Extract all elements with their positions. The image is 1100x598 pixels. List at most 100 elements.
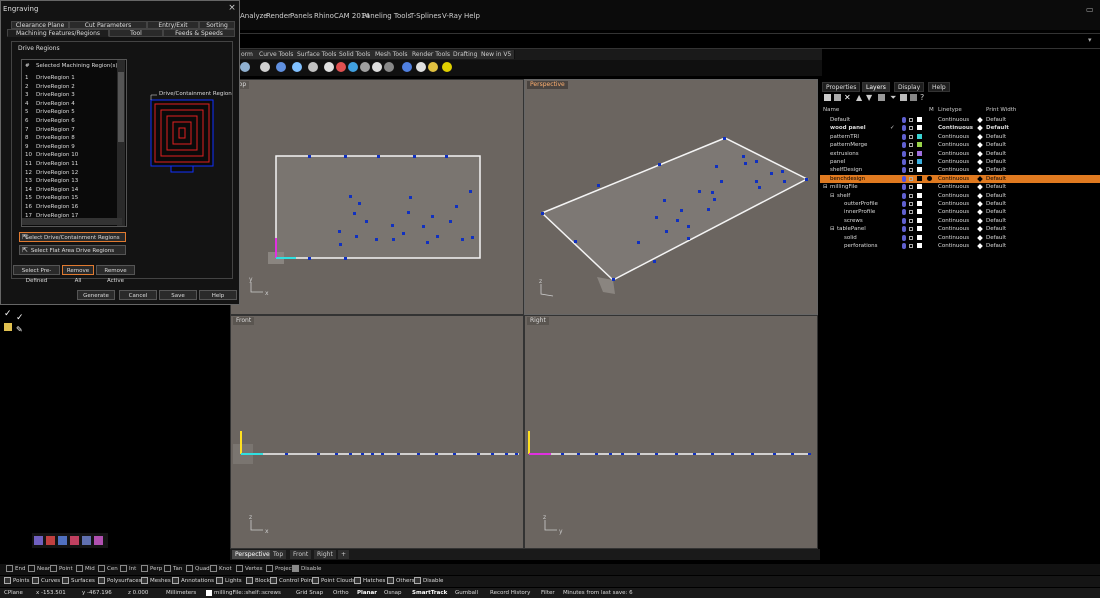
tab-surface-tools[interactable]: Surface Tools [294,50,341,59]
layer-linetype[interactable]: Continuous [938,183,969,191]
gumball-toggle[interactable]: Gumball [455,588,478,598]
toolbar-icon[interactable] [416,62,426,72]
ortho-toggle[interactable]: Ortho [333,588,349,598]
visibility-bulb-icon[interactable] [902,142,906,149]
list-item[interactable]: 10 DriveRegion 10 [22,151,118,159]
lock-icon[interactable] [909,210,913,215]
visibility-bulb-icon[interactable] [902,226,906,233]
material-icon[interactable] [927,226,932,231]
toolbar-icon[interactable] [276,62,286,72]
layer-color-swatch[interactable] [917,226,922,232]
col-material[interactable]: M [929,107,934,113]
toolbar-icon[interactable] [240,62,250,72]
tab-tool[interactable]: Tool [109,29,163,37]
col-name[interactable]: Name [823,107,839,113]
toolbar-icon[interactable] [348,62,358,72]
material-icon[interactable] [927,184,932,189]
layer-color-swatch[interactable] [917,184,922,190]
layer-linetype[interactable]: Continuous [938,200,969,208]
osnap-int[interactable]: Int [120,565,136,574]
expand-icon[interactable]: ⊟ [830,192,835,200]
tab-properties[interactable]: Properties [822,82,861,92]
layer-row[interactable]: patternMerge Continuous Default [820,141,1100,149]
vp-tab-perspective[interactable]: Perspective [232,550,273,559]
lock-icon[interactable] [909,193,913,198]
layer-row[interactable]: solid Continuous Default [820,234,1100,242]
layer-linetype[interactable]: Continuous [938,166,969,174]
cancel-button[interactable]: Cancel [119,290,157,300]
visibility-bulb-icon[interactable] [902,117,906,123]
remove-all-button[interactable]: Remove All [62,265,94,284]
material-icon[interactable] [927,134,932,139]
tab-mesh-tools[interactable]: Mesh Tools [372,50,412,59]
layer-print-width[interactable]: Default [986,124,1009,132]
move-down-icon[interactable]: ▼ [866,93,872,102]
tab-transform[interactable]: orm [238,50,257,59]
help-icon[interactable]: ? [920,93,924,102]
lock-icon[interactable] [909,244,913,248]
layer-row[interactable]: extrusions Continuous Default [820,150,1100,158]
layer-row[interactable]: shelfDesign Continuous Default [820,166,1100,174]
filter-surfaces[interactable]: Surfaces [62,577,95,586]
tab-new-in-v5[interactable]: New in V5 [478,50,516,59]
toolbar-icon[interactable] [336,62,346,72]
help-icon[interactable] [442,62,452,72]
layer-color-swatch[interactable] [917,243,922,248]
tool-icon[interactable] [58,536,67,545]
list-item[interactable]: 13 DriveRegion 13 [22,177,118,185]
horizontal-scrollbar[interactable] [22,218,122,225]
layer-print-width[interactable]: Default [986,133,1006,141]
layer-row[interactable]: benchdesign Continuous Default [820,174,1100,184]
material-icon[interactable] [927,218,932,223]
layer-color-swatch[interactable] [917,192,922,198]
layer-row[interactable]: panel Continuous Default [820,158,1100,166]
viewport-perspective[interactable]: Perspective z [524,79,818,315]
filter-control-points[interactable]: Control Points [270,577,317,586]
list-item[interactable]: 4 DriveRegion 4 [22,100,118,108]
layer-color-swatch[interactable] [917,234,922,240]
list-item[interactable]: 6 DriveRegion 6 [22,117,118,125]
layer-row[interactable]: ⊟ shelf Continuous Default [820,192,1100,200]
menu-paneling-tools[interactable]: Paneling Tools [362,12,411,20]
drive-regions-list[interactable]: # Selected Machining Region(s) 1 DriveReg… [21,59,127,227]
move-up-icon[interactable]: ▲ [856,93,862,102]
lock-icon[interactable] [909,143,913,148]
filter-others[interactable]: Others [387,577,414,586]
layer-color-swatch[interactable] [917,175,922,181]
toolbar-icon[interactable] [260,62,270,72]
list-item[interactable]: 9 DriveRegion 9 [22,143,118,151]
layer-row[interactable]: Default Continuous Default [820,116,1100,124]
viewport-title-perspective[interactable]: Perspective [527,81,568,89]
window-controls[interactable]: ▭ [1086,5,1096,15]
lock-icon[interactable] [909,168,913,173]
layer-print-width[interactable]: Default [986,166,1006,174]
osnap-end[interactable]: End [6,565,25,574]
tab-display[interactable]: Display [894,82,925,92]
list-item[interactable]: 2 DriveRegion 2 [22,83,118,91]
layer-linetype[interactable]: Continuous [938,124,973,132]
tool-icon[interactable] [94,536,103,545]
layer-row[interactable]: perforations Continuous Default [820,242,1100,250]
list-scrollbar[interactable] [117,60,125,226]
visibility-bulb-icon[interactable] [902,133,906,140]
toolbar-icon[interactable] [308,62,318,72]
filter-disable[interactable]: Disable [414,577,443,586]
lock-icon[interactable] [909,160,913,164]
layer-linetype[interactable]: Continuous [938,225,969,233]
layer-print-width[interactable]: Default [986,183,1006,191]
material-icon[interactable] [927,151,932,156]
tab-machining-features[interactable]: Machining Features/Regions [7,29,109,37]
layer-linetype[interactable]: Continuous [938,242,969,250]
layer-linetype[interactable]: Continuous [938,208,969,216]
list-item[interactable]: 7 DriveRegion 7 [22,126,118,134]
tab-drafting[interactable]: Drafting [450,50,482,59]
select-flat-regions-button[interactable]: Select Flat Area Drive Regions [19,245,126,255]
save-button[interactable]: Save [159,290,197,300]
filter-points[interactable]: Points [4,577,30,586]
layer-linetype[interactable]: Continuous [938,141,969,149]
material-icon[interactable] [927,209,932,214]
osnap-tan[interactable]: Tan [164,565,182,574]
lock-icon[interactable] [909,235,913,240]
check-icon[interactable]: ✓ [16,313,24,323]
layer-row[interactable]: patternTRI Continuous Default [820,133,1100,141]
